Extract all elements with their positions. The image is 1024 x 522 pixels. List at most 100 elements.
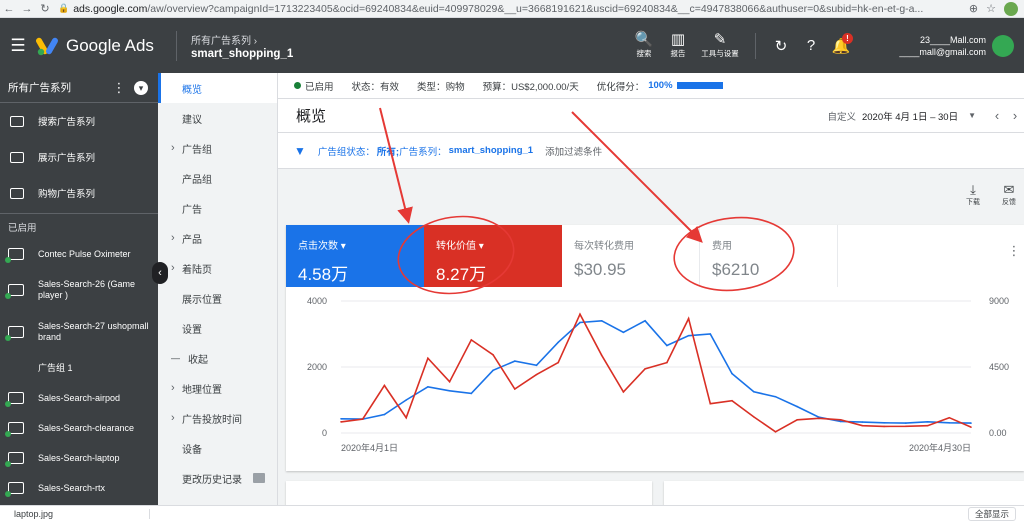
reports-label: 报告: [670, 49, 686, 58]
previous-period-icon[interactable]: ‹: [988, 108, 1006, 123]
campaign-icon: [5, 248, 24, 263]
account-info[interactable]: 23____Mall.com ____mall@gmail.com: [856, 34, 986, 58]
collapse-sidebar-chevron-icon[interactable]: ‹: [152, 262, 168, 284]
nav-item[interactable]: 广告投放时间: [158, 403, 277, 433]
url-path: /aw/overview?campaignId=1713223405&ocid=…: [147, 2, 924, 15]
nav-item[interactable]: 广告: [158, 193, 277, 223]
nav-item[interactable]: 产品组: [158, 163, 277, 193]
download-button[interactable]: ⤓ 下载: [962, 183, 984, 207]
date-range-label: 自定义: [827, 111, 856, 123]
date-range-dropdown-icon[interactable]: ▼: [968, 111, 976, 120]
data-point-conversion_value: [752, 416, 755, 418]
data-point-conversion_value: [340, 421, 342, 423]
metric-tab-2[interactable]: 每次转化费用 $30.95: [562, 225, 700, 287]
metric-tab-3[interactable]: 费用 $6210: [700, 225, 838, 287]
filter-bar: ▼ 广告组状态： 所有; 广告系列： smart_shopping_1 添加过滤…: [278, 133, 1024, 169]
data-point-clicks: [579, 321, 581, 324]
y-left-tick: 4000: [307, 296, 327, 306]
data-point-conversion_value: [448, 380, 451, 383]
download-label: 下载: [966, 199, 980, 206]
metric-tab-1[interactable]: 转化价值 ▾ 8.27万: [424, 225, 562, 287]
nav-item[interactable]: 设备: [158, 433, 277, 463]
nav-item-label: 设置: [182, 324, 202, 336]
tools-settings-button[interactable]: ✎ 工具与设置: [695, 32, 745, 59]
hamburger-menu-icon[interactable]: ☰: [0, 36, 36, 56]
nav-item[interactable]: 地理位置: [158, 373, 277, 403]
refresh-icon[interactable]: ↻: [766, 37, 796, 55]
metric-tab-0[interactable]: 点击次数 ▾ 4.58万: [286, 225, 424, 287]
data-point-conversion_value: [361, 418, 364, 420]
filter-label[interactable]: 广告组状态：: [318, 144, 375, 158]
filter-icon[interactable]: ▼: [294, 144, 306, 158]
campaign-item[interactable]: Sales-Search-26 (Game player ): [0, 269, 158, 311]
campaign-item[interactable]: Sales-Search-clearance: [0, 413, 158, 443]
sidebar-title[interactable]: 所有广告系列: [8, 80, 110, 95]
sidebar-type-2[interactable]: 购物广告系列: [0, 175, 158, 211]
sidebar-type-0[interactable]: 搜索广告系列: [0, 103, 158, 139]
date-range-value[interactable]: 2020年 4月 1日 – 30日: [862, 109, 958, 123]
avatar[interactable]: [992, 34, 1014, 57]
data-point-clicks: [340, 418, 342, 420]
campaign-item[interactable]: Sales-Search-rtx: [0, 473, 158, 503]
google-ads-logo[interactable]: Google Ads: [36, 36, 172, 56]
nav-item[interactable]: 收起: [158, 343, 277, 373]
enabled-status[interactable]: 已启用: [305, 79, 334, 93]
reload-icon[interactable]: ↻: [36, 2, 54, 15]
url-host: ads.google.com: [73, 2, 148, 15]
nav-item[interactable]: 广告组: [158, 133, 277, 163]
more-vert-icon[interactable]: ⋮: [110, 80, 128, 96]
feedback-button[interactable]: ✉ 反馈: [998, 183, 1020, 207]
campaign-item[interactable]: Contec Pulse Oximeter: [0, 239, 158, 269]
zoom-icon[interactable]: ⊕: [969, 2, 978, 15]
nav-item[interactable]: 概览: [158, 73, 277, 103]
sidebar-type-1[interactable]: 展示广告系列: [0, 139, 158, 175]
nav-item[interactable]: 展示位置: [158, 283, 277, 313]
data-point-clicks: [905, 422, 907, 424]
filter-label-campaign[interactable]: 广告系列：: [399, 144, 447, 158]
forward-icon[interactable]: →: [18, 3, 36, 15]
breadcrumb-parent[interactable]: 所有广告系列 ›: [191, 32, 627, 47]
filter-value-status[interactable]: 所有;: [377, 144, 399, 158]
feedback-label: 反馈: [1002, 199, 1016, 206]
back-icon[interactable]: ←: [0, 3, 18, 15]
download-file-name[interactable]: laptop.jpg: [0, 509, 150, 519]
optimization-score-value[interactable]: 100%: [648, 80, 672, 91]
campaign-item[interactable]: Sales-Search-laptop: [0, 443, 158, 473]
download-icon: ⤓: [970, 182, 976, 197]
nav-item[interactable]: 更改历史记录: [158, 463, 277, 493]
data-point-conversion_value: [513, 388, 516, 390]
breadcrumb-current[interactable]: smart_shopping_1: [191, 48, 627, 60]
card-more-vert-icon[interactable]: ⋮: [1006, 243, 1022, 259]
filter-value-campaign[interactable]: smart_shopping_1: [449, 145, 533, 156]
add-filter-button[interactable]: 添加过滤条件: [545, 144, 602, 158]
sidebar-type-label: 展示广告系列: [38, 153, 96, 164]
help-icon[interactable]: ?: [796, 37, 826, 54]
reports-button[interactable]: ▥ 报告: [661, 32, 695, 59]
nav-item-label: 建议: [182, 114, 202, 126]
data-point-clicks: [600, 320, 603, 322]
metric-value: 8.27万: [436, 265, 487, 284]
star-icon[interactable]: ☆: [986, 2, 996, 15]
nav-item[interactable]: 产品: [158, 223, 277, 253]
data-point-clicks: [405, 399, 407, 401]
header-divider-2: [755, 32, 756, 59]
campaign-item[interactable]: Sales-Search-airpod: [0, 383, 158, 413]
search-button[interactable]: 🔍 搜索: [627, 32, 661, 59]
address-bar[interactable]: 🔒 ads.google.com /aw/overview?campaignId…: [54, 1, 963, 17]
nav-item[interactable]: 着陆页: [158, 253, 277, 283]
campaign-item[interactable]: Sales-Search-27 ushopmall brand: [0, 311, 158, 353]
next-period-icon[interactable]: ›: [1006, 108, 1024, 123]
extension-icon[interactable]: [1004, 1, 1018, 16]
add-campaign-icon[interactable]: ▾: [134, 80, 148, 95]
feedback-chat-icon[interactable]: [253, 473, 265, 483]
nav-item[interactable]: 建议: [158, 103, 277, 133]
budget-value[interactable]: US$2,000.00/天: [511, 79, 579, 93]
data-point-clicks: [644, 320, 646, 322]
data-point-conversion_value: [492, 354, 494, 356]
campaign-item[interactable]: 广告组 1: [0, 353, 158, 383]
show-all-downloads-button[interactable]: 全部显示: [967, 507, 1016, 521]
nav-item[interactable]: 设置: [158, 313, 277, 343]
notifications-icon[interactable]: 🔔!: [826, 32, 856, 55]
y-left-tick: 2000: [307, 362, 327, 372]
google-ads-logo-icon: [36, 37, 58, 55]
